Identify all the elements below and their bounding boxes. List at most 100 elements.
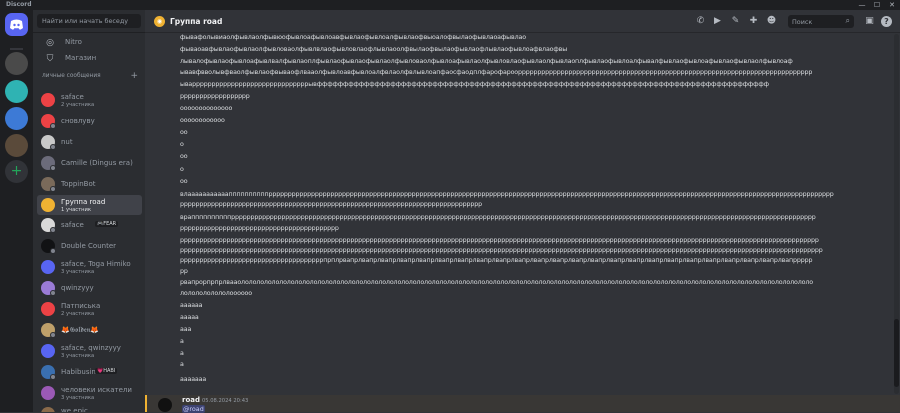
message-text: оо [180,129,188,136]
maximize-button[interactable]: ☐ [870,0,884,10]
message-text: рррррррррррррррррррррррррррррррррррррррр… [180,201,482,208]
dm-member-count: 2 участника [61,102,95,108]
members-icon[interactable]: ☻ [766,16,777,27]
server-icon[interactable] [5,52,28,75]
dm-name: Camille (Dingus era) [61,158,133,167]
status-indicator [50,122,56,129]
dm-name: ToppinBot [61,179,96,188]
dm-item[interactable]: Double Counter [37,236,142,256]
server-icon[interactable] [5,80,28,103]
message-text: рвапрорпрпрлвааололололололололололололо… [180,279,813,286]
message-text: оооооооооооо [180,117,225,124]
message-list: фывафолывиаолфывлаолфывюофывлоафывлоавфы… [145,34,895,394]
server-separator [10,48,23,50]
dm-item[interactable]: Патписька 2 участника [37,299,142,319]
status-indicator [50,373,56,380]
server-tag: 💗HABI [95,367,118,374]
inbox-icon[interactable]: ▣ [864,16,875,27]
status-indicator [50,227,56,234]
create-dm-icon[interactable]: + [130,71,138,81]
status-indicator [50,164,56,171]
search-icon: ⌕ [845,16,850,25]
channel-header: ◉ Группа road ✆ ▶ ✎ ✚ ☻ Поиск ⌕ ▣ ? [145,10,900,33]
message-text: а [180,338,184,345]
avatar [41,343,55,358]
server-icon[interactable] [5,107,28,130]
message-text: лололололололоооооо [180,290,253,297]
dm-name: сновлуву [61,116,95,125]
dm-section-header: личные сообщения + [42,71,142,81]
minimize-button[interactable]: — [855,0,869,10]
dm-name: qwinzyyy [61,284,94,293]
dm-item[interactable]: сновлуву [37,111,142,131]
channel-title: Группа road [170,17,223,26]
message-text: оо [180,153,188,160]
message-row: road 05.08.2024 20:43 @road [145,395,900,413]
status-indicator [50,143,56,150]
dm-item[interactable]: saface 🎮FEAR [37,215,142,235]
status-indicator [50,331,56,338]
dm-item[interactable]: saface, qwinzyyy 3 участника [37,341,142,361]
message-text: ааааа [180,314,199,321]
help-icon[interactable]: ? [881,16,892,27]
dm-item[interactable]: Группа road 1 участник [37,194,142,215]
dm-item[interactable]: nut [37,132,142,152]
server-list: + [0,10,33,412]
dm-item[interactable]: Habibusin 💗HABI [37,362,142,382]
dm-item[interactable]: человеки искатели 3 участника [37,383,142,403]
avatar[interactable] [158,398,172,412]
dm-item[interactable]: saface 2 участника [37,90,142,110]
message-text: оо [180,178,188,185]
status-indicator [50,185,56,192]
discord-logo-icon [10,19,23,30]
add-member-icon[interactable]: ✚ [748,16,759,27]
dm-name: saface, Toga Himiko [61,260,131,269]
message-scrollbar[interactable] [894,34,899,394]
pin-icon[interactable]: ✎ [730,16,741,27]
dm-item[interactable]: ToppinBot [37,174,142,194]
find-conversation-input[interactable]: Найти или начать беседу [37,14,141,28]
dm-name: Патписька [61,302,101,310]
avatar [41,197,55,212]
dm-item[interactable]: 🦊𝕲𝖔𝖑𝖉𝖊𝖓🦊 [37,320,142,340]
message-text: фывафолывиаолфывлаолфывюофывлоафывлоавфы… [180,34,526,41]
message-text: рр [180,268,188,275]
dm-name: человеки искатели [61,385,132,394]
dm-header-label: личные сообщения [42,73,101,79]
status-indicator [50,248,56,255]
message-text: лывалофывлаофывлоафывлвалфывлаоплфывлаоф… [180,58,793,65]
phone-call-icon[interactable]: ✆ [695,16,706,27]
dm-name: we epic [61,406,88,413]
title-bar: Discord — ☐ ✕ [0,0,900,10]
message-text: рррррррррррррррррррррррррррррррррррррррр… [180,247,823,254]
server-icon[interactable] [5,134,28,157]
dm-item[interactable]: qwinzyyy [37,278,142,298]
dm-item[interactable]: we epic3 участника [37,404,142,413]
nav-nitro-label: Nitro [65,38,82,46]
nav-shop[interactable]: ⛉ Магазин [37,50,141,68]
dm-item[interactable]: saface, Toga Himiko 3 участника [37,257,142,277]
message-text: рррррррррррррррррр [180,93,250,100]
shop-icon: ⛉ [46,54,54,64]
avatar [41,406,55,412]
group-avatar: ◉ [154,16,165,27]
status-indicator [50,290,56,297]
avatar [41,260,55,275]
message-text: влаааааааааааппппппппппррррррррррррррррр… [180,191,834,198]
dm-name: Группа road [61,197,106,206]
video-call-icon[interactable]: ▶ [712,16,723,27]
search-input[interactable]: Поиск ⌕ [788,15,854,28]
add-server-icon[interactable]: + [5,160,28,183]
close-button[interactable]: ✕ [885,0,899,10]
dm-item[interactable]: Camille (Dingus era) [37,153,142,173]
message-text: рррррррррррррррррррррррррррррррррррррррр… [180,225,339,232]
message-author[interactable]: road [182,396,200,404]
message-text: а [180,361,184,368]
message-text: ааааааа [180,376,207,383]
dm-member-count: 3 участника [61,269,95,276]
message-text: о [180,141,184,148]
dm-name: saface, qwinzyyy [61,343,121,352]
home-button[interactable] [5,13,28,36]
scrollbar-thumb[interactable] [894,319,899,387]
app-title: Discord [6,1,32,8]
